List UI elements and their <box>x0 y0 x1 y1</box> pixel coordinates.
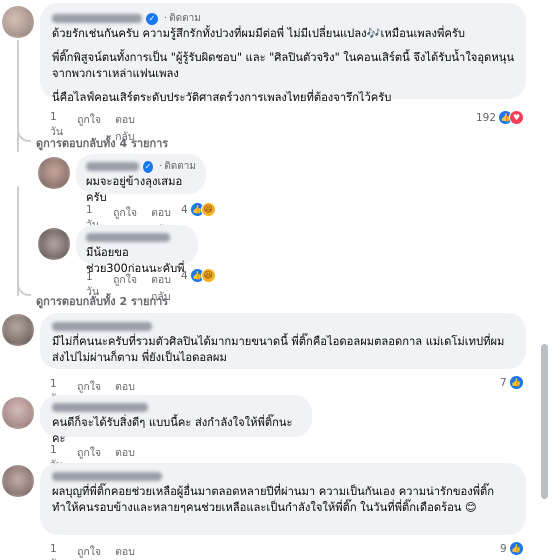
scrollbar[interactable] <box>541 6 548 554</box>
reaction-summary[interactable]: 4 👍 😆 <box>181 268 216 283</box>
avatar[interactable] <box>2 397 34 429</box>
comment-bubble: มีน้อยขอช่วย300ก่อนนะคับพี่ <box>76 225 198 275</box>
avatar[interactable] <box>2 6 34 38</box>
comment-text: ผมจะอยู่ข้างลุงเสมอครับ <box>86 175 183 204</box>
author-row <box>52 319 514 334</box>
reaction-count: 4 <box>181 269 188 282</box>
see-replies-link[interactable]: ดูการตอบกลับทั้ง 2 รายการ <box>36 292 168 310</box>
scrollbar-thumb[interactable] <box>541 344 548 499</box>
comment-bubble: ✓ · ติดตาม ผมจะอยู่ข้างลุงเสมอครับ <box>76 154 206 204</box>
author-name-redacted[interactable] <box>52 403 148 412</box>
verified-badge-icon: ✓ <box>142 160 154 173</box>
timestamp[interactable]: 1 วัน <box>50 543 63 560</box>
follow-link[interactable]: · ติดตาม <box>162 11 201 26</box>
comment-bubble: มีไม่กี่คนนะครับที่รวมตัวศิลปินได้มากมาย… <box>40 313 526 369</box>
comment-bubble: คนดีก็จะได้รับสิ่งดีๆ แบบนี้คะ ส่งกำลังใ… <box>40 395 312 445</box>
author-row <box>52 469 514 484</box>
comment-actions: 1 วัน ถูกใจ ตอบกลับ <box>50 543 135 560</box>
reaction-summary[interactable]: 192 👍 ♥ <box>476 110 525 125</box>
haha-reaction-icon: 😆 <box>200 268 216 283</box>
verified-badge-icon: ✓ <box>146 12 158 25</box>
comment-text: ด้วยรักเช่นกันครับ ความรู้สึกรักทั้งปวงท… <box>52 26 514 106</box>
comment-text: ผลบุญที่พี่ติ๊กคอยช่วยเหลือผู้อื่นมาตลอด… <box>52 485 495 514</box>
comment-paragraph: ด้วยรักเช่นกันครับ ความรู้สึกรักทั้งปวงท… <box>52 27 465 40</box>
author-name-redacted[interactable] <box>86 233 170 242</box>
author-name-redacted[interactable] <box>52 322 152 331</box>
reaction-summary[interactable]: 7 👍 <box>500 375 524 390</box>
author-name-redacted[interactable] <box>52 472 162 481</box>
author-row <box>52 400 300 415</box>
avatar[interactable] <box>2 314 34 346</box>
avatar[interactable] <box>2 465 34 497</box>
avatar[interactable] <box>38 228 70 260</box>
author-row: ✓ · ติดตาม <box>86 159 196 174</box>
see-replies-link[interactable]: ดูการตอบกลับทั้ง 4 รายการ <box>36 134 168 152</box>
thread-curve <box>17 128 31 142</box>
reaction-summary[interactable]: 4 👍 😆 <box>181 202 216 217</box>
comment-text: คนดีก็จะได้รับสิ่งดีๆ แบบนี้คะ ส่งกำลังใ… <box>52 416 293 445</box>
avatar[interactable] <box>38 157 70 189</box>
comment-text: มีไม่กี่คนนะครับที่รวมตัวศิลปินได้มากมาย… <box>52 335 505 364</box>
comment-paragraph: พี่ติ๊กพิสูจน์ตนทั้งการเป็น "ผู้รู้รับผิ… <box>52 51 514 80</box>
haha-reaction-icon: 😆 <box>200 202 216 217</box>
comment-paragraph: นี่คือไลฟ์คอนเสิร์ตระดับประวัติศาสตร์วงก… <box>52 91 392 104</box>
reply-button[interactable]: ตอบกลับ <box>115 543 135 560</box>
like-button[interactable]: ถูกใจ <box>77 543 101 560</box>
like-reaction-icon: 👍 <box>508 375 524 390</box>
reaction-count: 192 <box>476 111 497 124</box>
love-reaction-icon: ♥ <box>509 110 525 125</box>
like-reaction-icon: 👍 <box>508 541 524 556</box>
author-row <box>86 230 188 245</box>
author-row: ✓ · ติดตาม <box>52 11 514 26</box>
comment-bubble: ✓ · ติดตาม ด้วยรักเช่นกันครับ ความรู้สึกร… <box>40 3 526 104</box>
reaction-count: 4 <box>181 203 188 216</box>
reaction-summary[interactable]: 9 👍 <box>500 541 524 556</box>
reaction-count: 7 <box>500 376 507 389</box>
comment-bubble: ผลบุญที่พี่ติ๊กคอยช่วยเหลือผู้อื่นมาตลอด… <box>40 463 526 535</box>
reaction-count: 9 <box>500 542 507 555</box>
author-name-redacted[interactable] <box>86 162 139 171</box>
follow-link[interactable]: · ติดตาม <box>157 159 196 174</box>
author-name-redacted[interactable] <box>52 14 142 23</box>
thread-line <box>17 186 19 296</box>
thread-curve <box>17 282 31 296</box>
